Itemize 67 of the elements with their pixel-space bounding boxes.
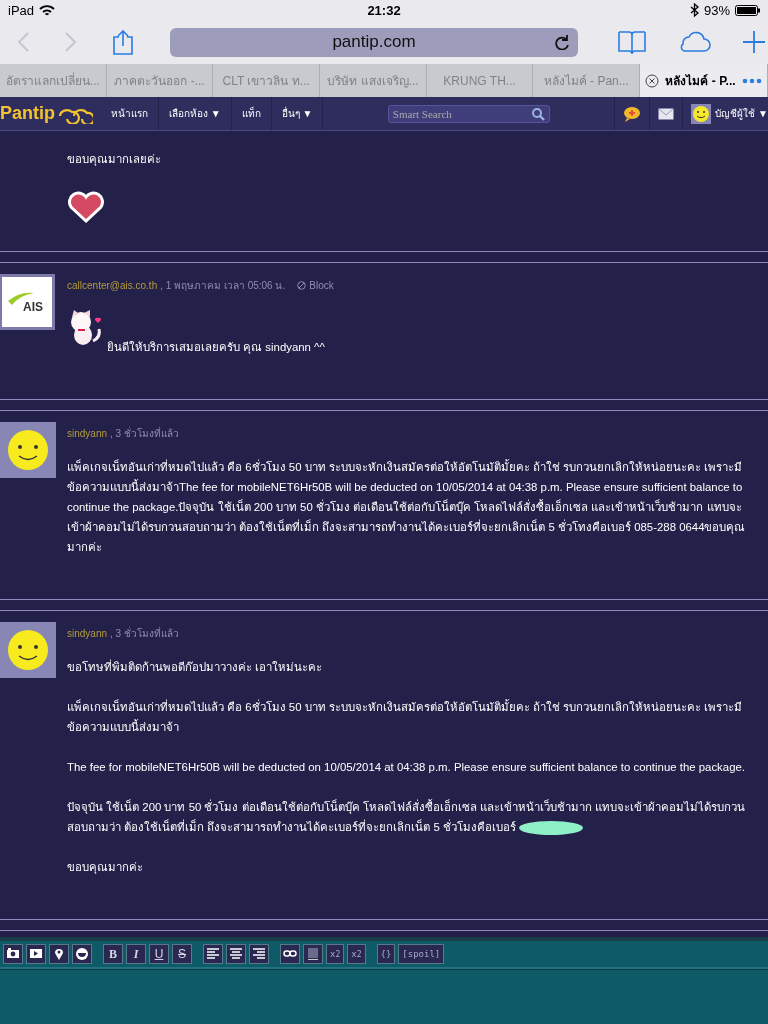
post-text: ขอโทษที่พิมติดก้านพอดีก๊อปมาวางค่ะ เอาใหม่นะคะ bbox=[67, 658, 324, 675]
reload-icon[interactable] bbox=[554, 33, 570, 50]
author-name[interactable]: callcenter@ais.co.th bbox=[67, 280, 158, 291]
toolbar-button[interactable] bbox=[226, 944, 246, 964]
map-pin-icon bbox=[52, 947, 66, 961]
mail-icon[interactable] bbox=[658, 107, 675, 120]
site-logo[interactable]: Pantip bbox=[0, 103, 55, 124]
toolbar-button[interactable] bbox=[249, 944, 269, 964]
format-button[interactable]: {} bbox=[376, 944, 396, 964]
video-icon bbox=[29, 947, 43, 961]
nav-menu-item[interactable]: แท็ก bbox=[231, 97, 272, 130]
share-icon[interactable] bbox=[112, 29, 134, 55]
author-name[interactable]: sindyann bbox=[67, 628, 108, 639]
toolbar-button[interactable] bbox=[3, 944, 23, 964]
more-icon[interactable] bbox=[741, 77, 762, 84]
wifi-icon bbox=[39, 4, 56, 16]
toolbar-button[interactable] bbox=[280, 944, 300, 964]
post-text: แพ็คเกจเน็ทอันเก่าที่หมดไปแล้ว คือ 6ชั่วโมง 50 บาท ระบบจะหักเงินสมัครต่อให้อัตโนมัติมั้ยคะ ถ้าใช่ รบกวนยกเลิกให้หน่อยนะคะ เพราะมีข้อความแบบนี้ส่งมาจ้า bbox=[67, 698, 744, 735]
align-right-icon bbox=[252, 947, 266, 961]
post-text: The fee for mobileNET6Hr50B will be deducted on 10/05/2014 at 04:38 p.m. Please ensure sufficient balance to continue the package. bbox=[67, 760, 746, 775]
format-button[interactable]: [spoil] bbox=[398, 944, 445, 964]
nav-menu-item[interactable]: อื่นๆ ▼ bbox=[271, 97, 324, 130]
toolbar-button[interactable] bbox=[303, 944, 323, 964]
emoji-icon bbox=[75, 947, 89, 961]
toolbar-button[interactable] bbox=[49, 944, 69, 964]
format-button[interactable]: S bbox=[172, 944, 192, 964]
toolbar-button[interactable] bbox=[72, 944, 92, 964]
post-date: , 3 ชั่วโมงที่แล้ว bbox=[110, 426, 179, 441]
align-left-icon bbox=[206, 947, 220, 961]
post-text: ปัจจุบัน ใช้เน็ต 200 บาท 50 ชั่วโมง ต่อเดือนใช้ต่อกับโน็ตบุ๊ค โหลดไฟล์สั่งซื้อเอ็กเซล และเข้าหน้าเว็บช้ามาก แทบจะเข้าผ้าคอมไม่ได้รบกวนสอบถามว่า ต้องใช้เน็ตที่เม็ก ถึงจะสามารถทำงานได้คะเบอร์ที่จะยกเลิกเน็ต 5 ชั่วโมงคือเบอร์ bbox=[67, 797, 756, 837]
bluetooth-icon bbox=[688, 3, 699, 17]
browser-tab[interactable]: หลังไมค์ - P... bbox=[640, 64, 768, 97]
nav-menu-item[interactable]: เลือกห้อง ▼ bbox=[159, 97, 232, 130]
format-button[interactable]: I bbox=[126, 944, 146, 964]
post-date: , 1 พฤษภาคม เวลา 05:06 น. bbox=[160, 279, 286, 293]
block-icon[interactable] bbox=[297, 281, 307, 290]
close-icon[interactable] bbox=[645, 73, 660, 88]
format-button[interactable]: B bbox=[103, 944, 123, 964]
post-text: ขอบคุณมากค่ะ bbox=[67, 860, 144, 876]
align-center-icon bbox=[229, 947, 243, 961]
battery-percent: 93% bbox=[703, 2, 730, 18]
bookmarks-icon[interactable] bbox=[618, 29, 646, 55]
search-field[interactable]: Smart Search bbox=[387, 104, 550, 123]
search-icon[interactable] bbox=[531, 107, 545, 121]
post-text: ขอบคุณมากเลยค่ะ bbox=[67, 152, 162, 168]
address-field[interactable]: pantip.com bbox=[170, 27, 578, 57]
text-color-icon bbox=[306, 947, 320, 961]
nav-menu-item[interactable]: หน้าแรก bbox=[101, 97, 159, 130]
format-button[interactable]: U bbox=[149, 944, 169, 964]
toolbar-button[interactable] bbox=[26, 944, 46, 964]
toolbar-button[interactable] bbox=[203, 944, 223, 964]
post-date: , 3 ชั่วโมงที่แล้ว bbox=[110, 626, 179, 641]
heart-icon bbox=[67, 189, 105, 223]
clock: 21:32 bbox=[367, 2, 401, 18]
account-menu[interactable]: บัญชีผู้ใช้ ▼ bbox=[715, 106, 768, 121]
post-text: ยินดีให้บริการเสมอเลยครับ คุณ sindyann ^^ bbox=[106, 340, 326, 356]
author-avatar[interactable]: AIS bbox=[0, 274, 55, 330]
block-link[interactable]: Block bbox=[309, 280, 334, 291]
plus-icon[interactable] bbox=[742, 30, 766, 54]
post-text: แพ็คเกจเน็ทอันเก่าที่หมดไปแล้ว คือ 6ชั่วโมง 50 บาท ระบบจะหักเงินสมัครต่อให้อัตโนมัติมั้ยคะ ถ้าใช่ รบกวนยกเลิกให้หน่อยนะคะ เพราะมีข้อความแบบนี้ส่งมาจ้าThe fee for mobileNET6Hr50B will be deducted on 10/05/2014 at 04:38 p.m. Please ensure sufficient balance to continue the package.ปัจจุบัน ใช้เน็ต 200 บาท 50 ชั่วโมง ต่อเดือนใช้ต่อกับโน็ตบุ๊ค โหลดไฟล์สั่งซื้อเอ็กเซล และเข้าหน้าเว็บช้ามาก แทบจะเข้าผ้าคอมไม่ได้รบกวนสอบถามว่า ต้องใช้เน็ตที่เม็ก ถึงจะสามารถทำงานได้คะเบอร์ที่จะยกเลิกเน็ต 5 ชั่วโทงคือเบอร์ 085-288 0644ขอบคุณมากค่ะ bbox=[67, 458, 747, 555]
smiley-avatar-icon[interactable] bbox=[691, 103, 712, 124]
device-label: iPad bbox=[8, 2, 35, 18]
author-name[interactable]: sindyann bbox=[67, 428, 108, 439]
chat-add-icon[interactable] bbox=[623, 105, 642, 122]
blur-mark-icon bbox=[519, 820, 583, 836]
battery-icon bbox=[735, 4, 760, 16]
camera-icon bbox=[6, 947, 20, 961]
